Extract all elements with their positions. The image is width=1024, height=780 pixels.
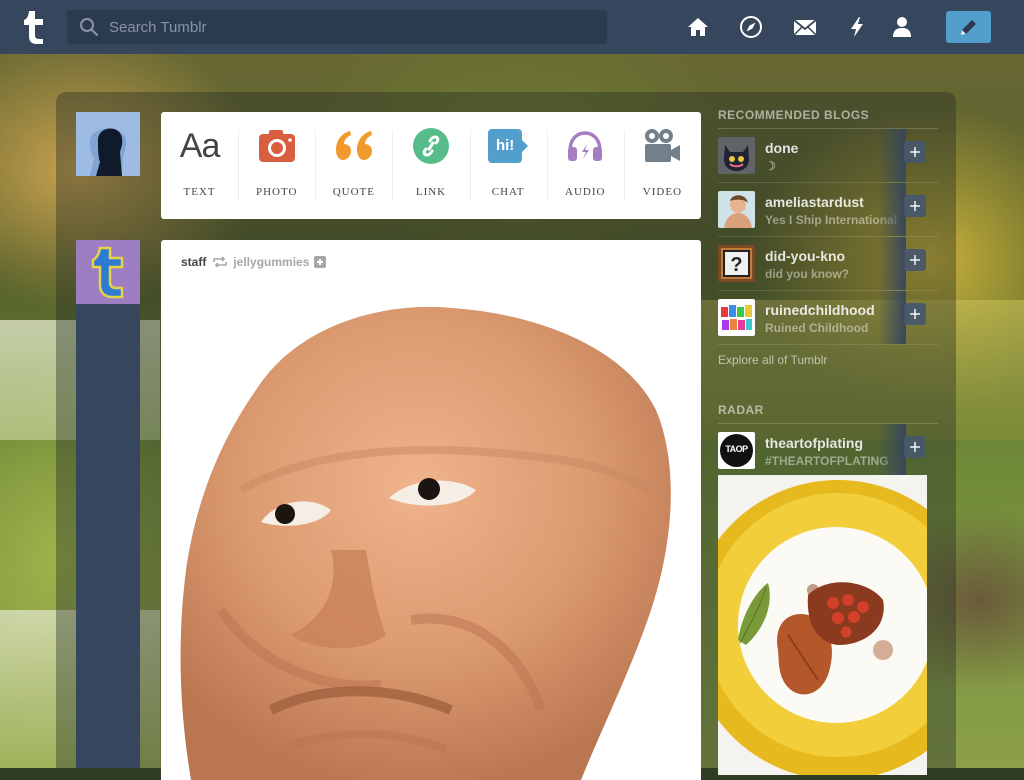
chat-icon: hi! <box>488 129 529 163</box>
post-type-label: QUOTE <box>332 186 375 198</box>
post-type-label: LINK <box>415 186 447 198</box>
recommended-blog-item[interactable]: ameliastardust Yes I Ship International <box>718 183 938 237</box>
search-icon <box>80 18 99 37</box>
post-type-link-button[interactable]: LINK <box>392 112 469 219</box>
post-type-label: VIDEO <box>642 186 683 198</box>
blog-avatar <box>718 299 755 336</box>
follow-plus-button[interactable] <box>904 195 926 217</box>
dashboard-sidebar: RECOMMENDED BLOGS done ☽ ameliastardust … <box>718 108 938 775</box>
radar-post-image[interactable] <box>718 475 927 775</box>
explore-all-link[interactable]: Explore all of Tumblr <box>718 353 938 367</box>
tumblr-logo-icon[interactable] <box>17 8 50 46</box>
post-type-audio-button[interactable]: AUDIO <box>546 112 624 219</box>
blog-fade <box>878 129 902 182</box>
post-type-label: PHOTO <box>255 186 298 198</box>
top-navigation-bar <box>0 0 1024 54</box>
post-type-quote-button[interactable]: QUOTE <box>315 112 392 219</box>
user-avatar[interactable] <box>76 112 140 176</box>
post-type-label: TEXT <box>183 186 216 198</box>
post-header: staff jellygummies <box>181 255 327 269</box>
reblogged-from-link[interactable]: jellygummies <box>233 255 309 269</box>
headphones-icon <box>568 131 603 161</box>
recommended-blog-item[interactable]: done ☽ <box>718 129 938 183</box>
post-type-video-button[interactable]: VIDEO <box>623 112 701 219</box>
reblog-icon <box>213 256 228 268</box>
radar-heading: RADAR <box>718 403 938 424</box>
recommended-blog-item[interactable]: ruinedchildhood Ruined Childhood <box>718 291 938 345</box>
blog-avatar: ? <box>718 245 755 282</box>
blog-fade <box>878 424 902 477</box>
blog-fade <box>878 291 902 344</box>
pencil-icon <box>961 20 976 35</box>
blog-avatar <box>718 137 755 174</box>
post-type-photo-button[interactable]: PHOTO <box>238 112 315 219</box>
account-person-icon[interactable] <box>890 15 914 39</box>
blog-fade <box>878 183 902 236</box>
blog-name[interactable]: ameliastardust <box>765 194 864 210</box>
text-aa-icon: Aa <box>179 126 221 165</box>
follow-plus-icon[interactable] <box>314 256 327 268</box>
post-type-bar: Aa TEXT PHOTO QUOTE LINK hi! CHAT AUDIO … <box>161 112 701 219</box>
follow-plus-button[interactable] <box>904 141 926 163</box>
search-bar[interactable] <box>67 10 607 44</box>
user-silhouette-icon <box>76 112 140 176</box>
inbox-mail-icon[interactable] <box>793 15 817 39</box>
tumblr-staff-logo-icon <box>76 240 140 304</box>
post-type-label: CHAT <box>491 186 525 198</box>
blog-name[interactable]: theartofplating <box>765 435 863 451</box>
follow-plus-button[interactable] <box>904 249 926 271</box>
blog-avatar: TAOP <box>718 432 755 469</box>
radar-blog-item[interactable]: TAOP theartofplating #THEARTOFPLATING <box>718 424 938 477</box>
recommended-blog-item[interactable]: ? did-you-kno did you know? <box>718 237 938 291</box>
staff-avatar[interactable] <box>76 240 140 304</box>
camera-icon <box>258 130 295 162</box>
explore-compass-icon[interactable] <box>739 15 763 39</box>
activity-lightning-icon[interactable] <box>845 15 869 39</box>
blog-avatar <box>718 191 755 228</box>
home-icon[interactable] <box>686 15 710 39</box>
quote-icon <box>335 131 372 160</box>
svg-text:?: ? <box>730 254 742 276</box>
blog-name[interactable]: done <box>765 140 798 156</box>
blog-name[interactable]: did-you-kno <box>765 248 845 264</box>
search-input[interactable] <box>107 17 591 37</box>
avatar-logo-text: TAOP <box>725 444 748 454</box>
post-type-text-button[interactable]: Aa TEXT <box>161 112 238 219</box>
post-photo[interactable] <box>161 290 701 780</box>
recommended-blogs-heading: RECOMMENDED BLOGS <box>718 108 938 129</box>
post-avatar-column <box>76 240 140 768</box>
post-type-label: AUDIO <box>565 186 606 198</box>
post-author-link[interactable]: staff <box>181 255 206 269</box>
follow-plus-button[interactable] <box>904 436 926 458</box>
blog-fade <box>878 237 902 290</box>
chat-icon-text: hi! <box>495 137 515 154</box>
video-camera-icon <box>645 129 681 162</box>
follow-plus-button[interactable] <box>904 303 926 325</box>
compose-post-button[interactable] <box>946 11 991 43</box>
blog-name[interactable]: ruinedchildhood <box>765 302 875 318</box>
link-icon <box>412 128 449 164</box>
post-type-chat-button[interactable]: hi! CHAT <box>469 112 547 219</box>
dashboard-post: staff jellygummies <box>161 240 701 780</box>
